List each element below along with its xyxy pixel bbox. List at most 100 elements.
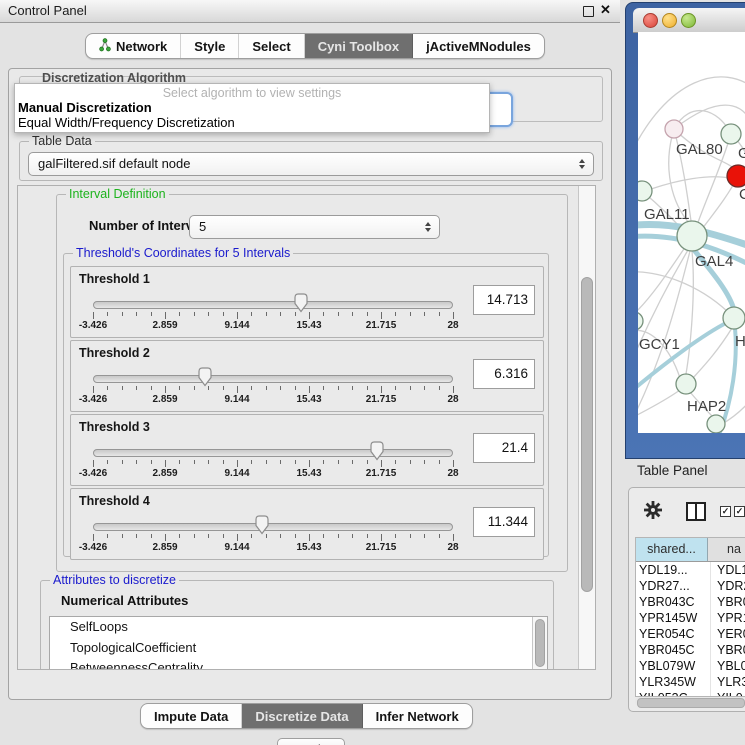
threshold-label: Threshold 3 [79,420,150,434]
tab-style[interactable]: Style [181,34,239,58]
network-node[interactable] [677,221,707,251]
threshold-value-field[interactable]: 6.316 [473,359,535,389]
cell-name[interactable]: YBL0 [711,658,745,674]
algorithm-placeholder-option[interactable]: Select algorithm to view settings [15,86,489,100]
cell-name[interactable]: YLR3 [711,674,745,690]
tab-cyni-toolbox[interactable]: Cyni Toolbox [305,34,413,58]
cell-name[interactable]: YDL1 [711,562,745,578]
slider-tick [323,460,324,464]
close-icon[interactable]: ✕ [600,2,611,18]
column-header-name[interactable]: na [708,538,745,561]
cell-shared-name[interactable]: YBR043C [636,594,711,610]
cell-shared-name[interactable]: YPR145W [636,610,711,626]
cell-shared-name[interactable]: YDR27... [636,578,711,594]
network-node[interactable] [665,120,683,138]
cell-name[interactable]: YBR0 [711,594,745,610]
attribute-item-topologicalcoefficient[interactable]: TopologicalCoefficient [50,638,547,659]
tab-select[interactable]: Select [239,34,304,58]
cell-name[interactable]: YDR2 [711,578,745,594]
attributes-list[interactable]: SelfLoopsTopologicalCoefficientBetweenne… [49,616,548,670]
slider-tick [410,534,411,538]
network-node[interactable] [638,181,652,201]
apply-button[interactable]: Apply [277,738,345,745]
cell-name[interactable]: YER0 [711,626,745,642]
threshold-value-field[interactable]: 11.344 [473,507,535,537]
attribute-item-betweennesscentrality[interactable]: BetweennessCentrality [50,658,547,670]
algorithm-option-manual-discretization[interactable]: Manual Discretization [15,100,489,115]
table-row[interactable]: YBR045CYBR0 [636,642,745,658]
cell-name[interactable]: YPR1 [711,610,745,626]
slider-track[interactable] [93,523,453,531]
slider-thumb[interactable] [369,441,385,466]
tab-label: Cyni Toolbox [318,39,399,54]
slider-track[interactable] [93,449,453,457]
cell-shared-name[interactable]: YBL079W [636,658,711,674]
slider-tick [179,312,180,316]
table-horizontal-scrollbar[interactable] [635,697,745,706]
threshold-value-field[interactable]: 14.713 [473,285,535,315]
slider-tick [309,534,310,541]
threshold-panel-2: Threshold 2-3.4262.8599.14415.4321.71528… [70,340,544,412]
table-row[interactable]: YBL079WYBL0 [636,658,745,674]
tab-infer-network[interactable]: Infer Network [363,704,472,728]
number-of-intervals-combo[interactable]: 5 [189,215,440,239]
threshold-label: Threshold 1 [79,272,150,286]
tab-jactivemnodules[interactable]: jActiveMNodules [413,34,544,58]
slider-tick [352,460,353,464]
network-node[interactable] [638,312,643,330]
scrollbar-thumb[interactable] [637,698,745,708]
attributes-list-scrollbar[interactable] [532,617,547,670]
slider-tick [93,312,94,319]
slider-tick-label: -3.426 [79,542,107,553]
table-row[interactable]: YIL053CYIL0 [636,690,745,697]
threshold-value-field[interactable]: 21.4 [473,433,535,463]
table-row[interactable]: YER054CYER0 [636,626,745,642]
settings-scrollbar[interactable] [578,186,595,669]
table-row[interactable]: YDL19...YDL1 [636,562,745,578]
select-all-checkbox-icon[interactable]: ✓ [720,506,731,517]
zoom-traffic-light[interactable] [681,13,696,28]
cell-shared-name[interactable]: YBR045C [636,642,711,658]
scrollbar-thumb[interactable] [581,277,593,592]
slider-tick [338,312,339,316]
tab-discretize-data[interactable]: Discretize Data [242,704,362,728]
gear-icon[interactable] [643,500,663,520]
screen: Control Panel ✕ NetworkStyleSelectCyni T… [0,0,745,745]
select-none-checkbox-icon[interactable]: ✓ [734,506,745,517]
column-header-shared-name[interactable]: shared... [636,538,708,561]
table-row[interactable]: YPR145WYPR1 [636,610,745,626]
network-canvas[interactable]: GAL80GCGAL11GAL4GCY1HHAP2 [638,32,745,433]
table-row[interactable]: YBR043CYBR0 [636,594,745,610]
network-node[interactable] [723,307,745,329]
network-window-titlebar[interactable] [633,8,745,33]
algorithm-option-equal-width-frequency-discretization[interactable]: Equal Width/Frequency Discretization [15,115,489,130]
slider-track[interactable] [93,375,453,383]
attribute-item-selfloops[interactable]: SelfLoops [50,617,547,638]
slider-tick-label: 2.859 [152,394,177,405]
tab-impute-data[interactable]: Impute Data [141,704,242,728]
table-data-combo[interactable]: galFiltered.sif default node [28,152,594,176]
scrollbar-thumb[interactable] [535,619,545,667]
float-icon[interactable] [583,6,594,17]
cell-name[interactable]: YBR0 [711,642,745,658]
slider-track[interactable] [93,301,453,309]
slider-tick [295,386,296,390]
tab-network[interactable]: Network [86,34,181,58]
slider-thumb[interactable] [197,367,213,392]
cell-shared-name[interactable]: YER054C [636,626,711,642]
network-node[interactable] [721,124,741,144]
cell-shared-name[interactable]: YIL053C [636,690,711,697]
network-node[interactable] [676,374,696,394]
table-row[interactable]: YDR27...YDR2 [636,578,745,594]
cell-name[interactable]: YIL0 [711,690,745,697]
slider-thumb[interactable] [254,515,270,540]
close-traffic-light[interactable] [643,13,658,28]
network-node[interactable] [727,165,745,187]
cell-shared-name[interactable]: YLR345W [636,674,711,690]
columns-icon[interactable] [686,502,706,521]
table-row[interactable]: YLR345WYLR3 [636,674,745,690]
network-node[interactable] [707,415,725,433]
slider-thumb[interactable] [293,293,309,318]
cell-shared-name[interactable]: YDL19... [636,562,711,578]
minimize-traffic-light[interactable] [662,13,677,28]
